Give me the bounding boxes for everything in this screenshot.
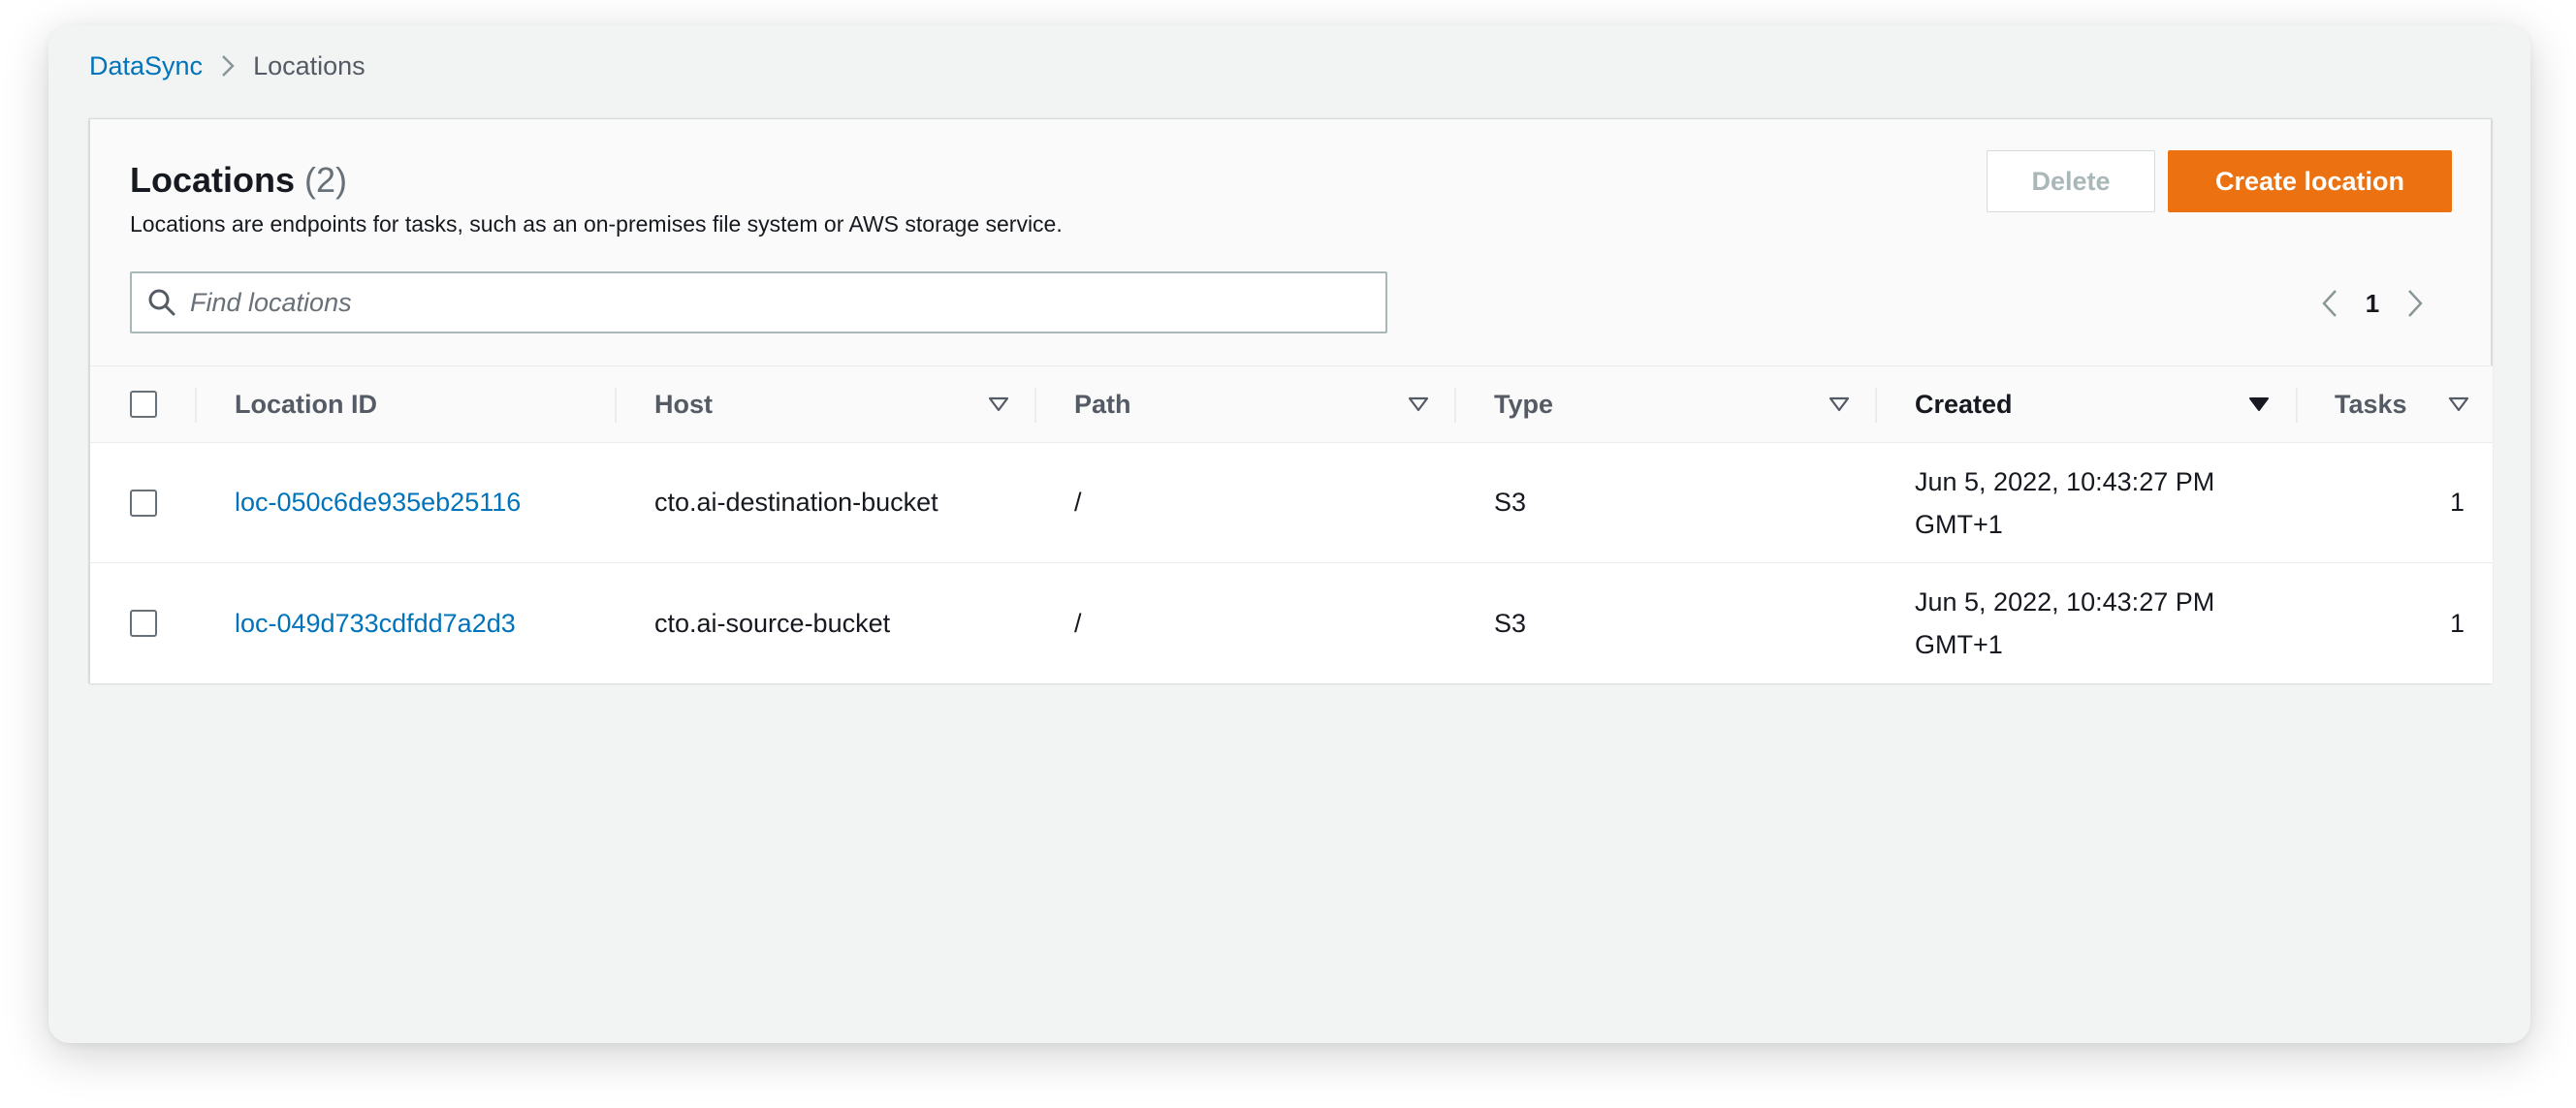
breadcrumb: DataSync Locations [89,47,366,85]
row-select-cell [130,443,157,562]
search-box [130,271,1387,333]
column-header-host[interactable]: Host [654,366,713,442]
created-date: Jun 5, 2022, 10:43:27 PM [1915,466,2215,496]
current-page-number[interactable]: 1 [2349,289,2396,319]
breadcrumb-current: Locations [253,50,366,80]
column-divider [1454,388,1456,423]
column-divider [1875,388,1877,423]
created-cell: Jun 5, 2022, 10:43:27 PM GMT+1 [1915,563,2214,683]
sort-icon[interactable] [1829,366,1850,442]
sort-icon[interactable] [1408,366,1429,442]
sort-descending-icon[interactable] [2248,366,2270,442]
column-header-path[interactable]: Path [1074,366,1131,442]
sort-icon[interactable] [2448,366,2469,442]
created-timezone: GMT+1 [1915,509,2003,539]
breadcrumb-datasync-link[interactable]: DataSync [89,51,203,81]
path-cell: / [1074,608,1082,638]
search-input[interactable] [190,273,1385,332]
location-id-link[interactable]: loc-049d733cdfdd7a2d3 [235,563,516,683]
created-timezone: GMT+1 [1915,630,2003,659]
column-divider [195,388,197,423]
tasks-cell: 1 [2449,488,2465,517]
row-checkbox[interactable] [130,610,157,637]
chevron-left-icon[interactable] [2310,284,2349,323]
row-checkbox[interactable] [130,489,157,517]
create-location-button[interactable]: Create location [2168,150,2452,212]
console-window: DataSync Locations Locations (2) Locatio… [48,25,2530,1043]
page-title: Locations (2) [130,160,347,201]
locations-table: Location ID Host Path Type Created Tasks… [90,365,2493,683]
column-divider [615,388,617,423]
column-header-type[interactable]: Type [1494,366,1553,442]
select-all-checkbox[interactable] [130,391,157,418]
host-cell: cto.ai-destination-bucket [654,488,938,517]
column-divider [2296,388,2298,423]
chevron-right-icon [220,53,236,79]
chevron-right-icon[interactable] [2396,284,2434,323]
table-row: loc-050c6de935eb25116 cto.ai-destination… [90,443,2493,563]
row-select-cell [130,563,157,683]
created-date: Jun 5, 2022, 10:43:27 PM [1915,587,2215,617]
select-all-cell [130,366,157,442]
sort-icon[interactable] [988,366,1009,442]
location-id-link[interactable]: loc-050c6de935eb25116 [235,443,521,562]
pagination: 1 [2310,284,2434,323]
delete-button[interactable]: Delete [1987,150,2155,212]
column-divider [1034,388,1036,423]
created-cell: Jun 5, 2022, 10:43:27 PM GMT+1 [1915,443,2214,562]
type-cell: S3 [1494,608,1527,638]
search-icon [147,287,178,318]
page-description: Locations are endpoints for tasks, such … [130,211,1063,237]
table-header: Location ID Host Path Type Created Tasks [90,365,2493,443]
locations-table-panel: Locations (2) Locations are endpoints fo… [89,118,2493,683]
path-cell: / [1074,488,1082,517]
column-header-location-id[interactable]: Location ID [235,366,377,442]
locations-count: (2) [304,160,348,200]
page-title-text: Locations [130,160,296,200]
column-header-tasks[interactable]: Tasks [2335,366,2407,442]
type-cell: S3 [1494,488,1527,517]
column-header-created[interactable]: Created [1915,366,2013,442]
host-cell: cto.ai-source-bucket [654,608,891,638]
table-row: loc-049d733cdfdd7a2d3 cto.ai-source-buck… [90,563,2493,683]
tasks-cell: 1 [2449,608,2465,638]
